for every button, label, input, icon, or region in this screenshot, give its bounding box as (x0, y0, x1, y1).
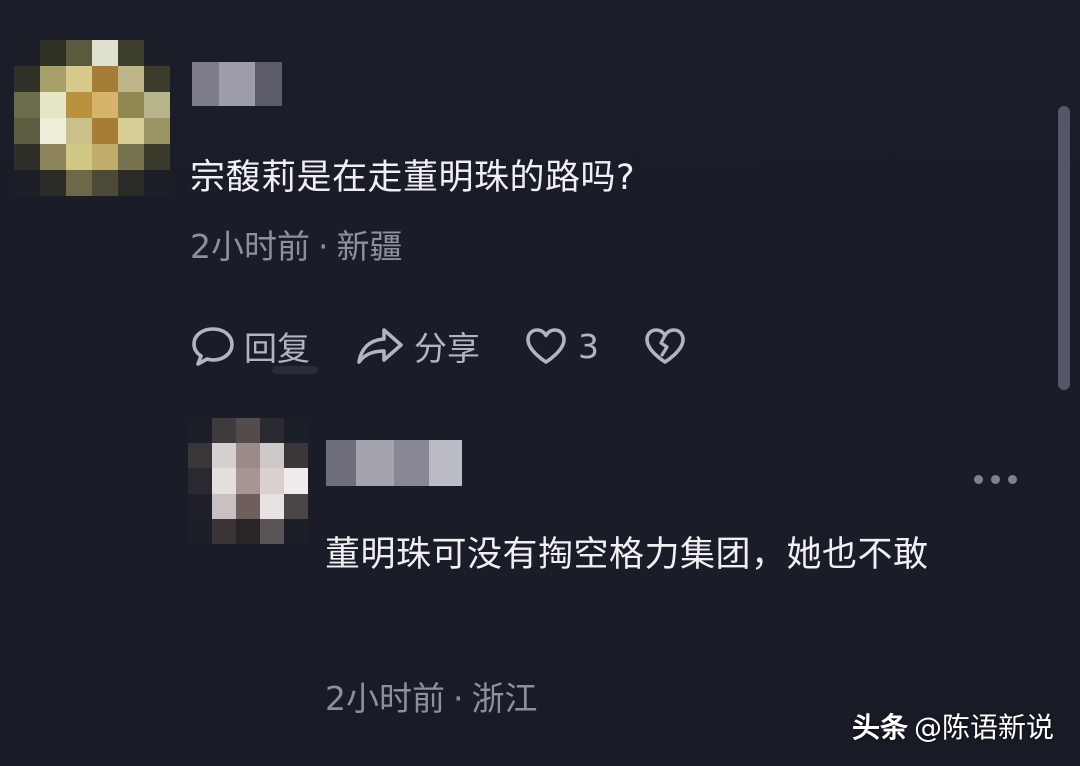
dislike-button[interactable] (643, 326, 687, 366)
username-blurred[interactable] (192, 62, 282, 106)
watermark: 头条 @陈语新说 (852, 706, 1054, 746)
reply-avatar[interactable] (188, 418, 308, 544)
speech-bubble-icon (192, 327, 234, 366)
meta-separator: · (453, 679, 464, 718)
avatar[interactable] (14, 40, 170, 196)
divider (272, 366, 318, 374)
comment-thread-screen: 宗馥莉是在走董明珠的路吗? 2小时前 · 新疆 回复 分享 3 董明珠可没有掏空… (0, 0, 1080, 766)
reply-text: 董明珠可没有掏空格力集团，她也不敢 (325, 535, 929, 575)
comment-actions: 回复 分享 3 (190, 320, 731, 372)
comment-time: 2小时前 (190, 227, 310, 266)
more-options-button[interactable] (974, 475, 1017, 484)
like-button[interactable]: 3 (524, 326, 599, 366)
reply-label: 回复 (244, 329, 310, 368)
share-label: 分享 (414, 329, 480, 368)
more-dots-icon (974, 475, 983, 484)
reply-time: 2小时前 (325, 679, 445, 718)
reply-location: 浙江 (471, 679, 538, 718)
comment-location: 新疆 (336, 227, 403, 266)
broken-heart-icon (645, 328, 685, 364)
watermark-brand: 头条 (851, 711, 908, 744)
share-button[interactable]: 分享 (354, 322, 480, 370)
comment-text: 宗馥莉是在走董明珠的路吗? (190, 158, 636, 198)
reply-username-blurred[interactable] (326, 440, 462, 486)
reply-button[interactable]: 回复 (190, 322, 310, 370)
share-arrow-icon (357, 328, 403, 364)
meta-separator: · (318, 227, 329, 266)
watermark-handle: @陈语新说 (913, 711, 1054, 744)
like-count: 3 (578, 326, 599, 366)
heart-icon (526, 328, 566, 364)
comment-meta: 2小时前 · 新疆 (190, 220, 403, 268)
reply-meta: 2小时前 · 浙江 (325, 672, 538, 720)
scrollbar-thumb[interactable] (1058, 106, 1070, 390)
